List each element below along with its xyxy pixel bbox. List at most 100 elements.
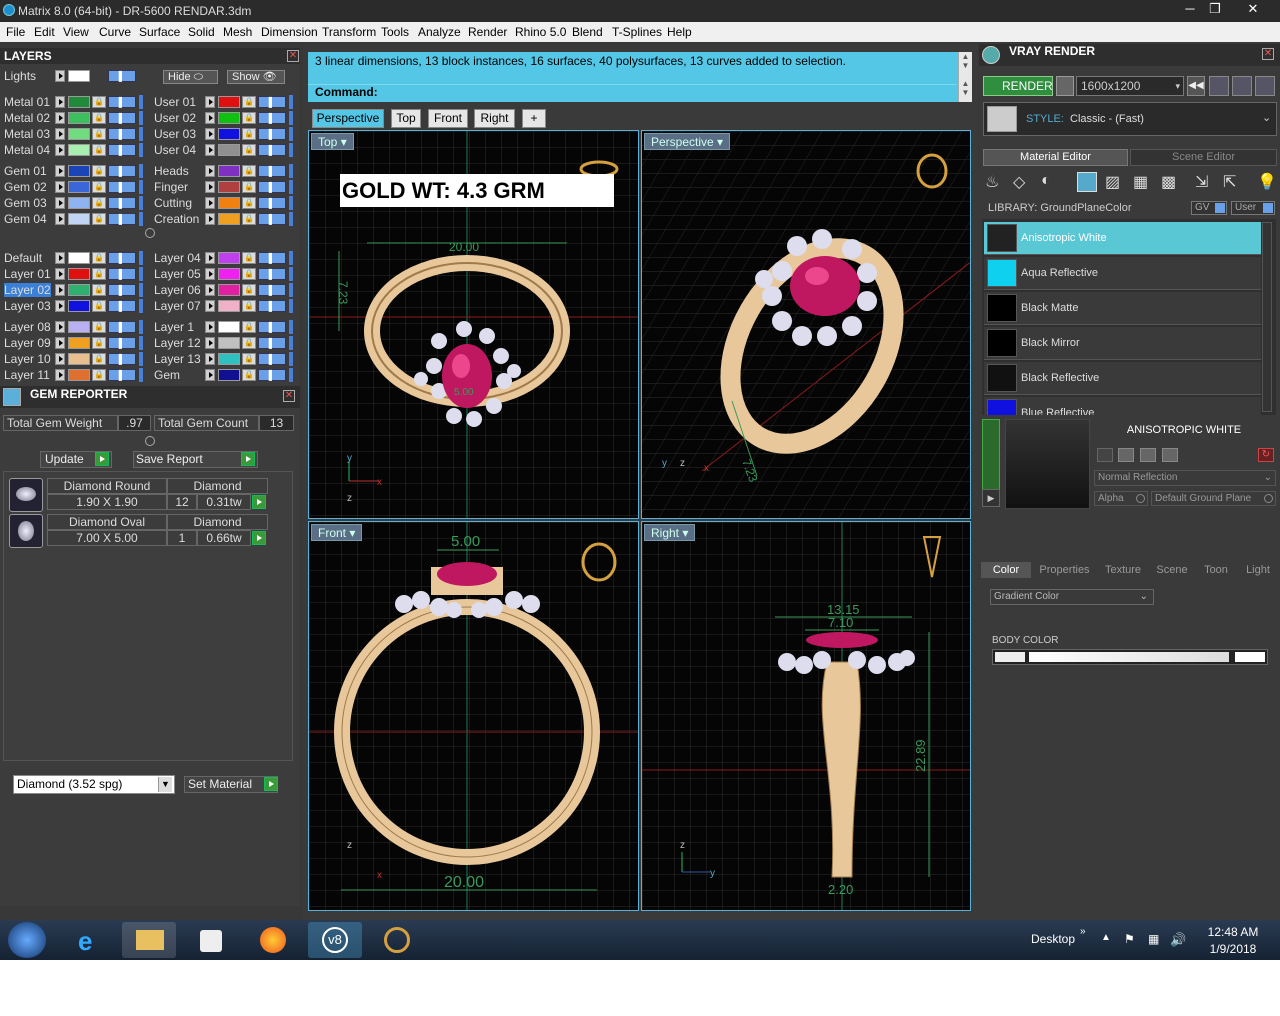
layer-row[interactable]: Cutting 🔒 ▌ <box>150 196 295 210</box>
expand-arrow-icon[interactable] <box>205 369 215 381</box>
visibility-toggle[interactable]: ▌ <box>258 369 286 381</box>
tab-front[interactable]: Front <box>428 109 468 128</box>
lock-icon[interactable]: 🔒 <box>242 144 256 156</box>
media-player-icon[interactable] <box>184 922 238 958</box>
settings-icon[interactable] <box>1255 76 1275 96</box>
close-icon[interactable]: ✕ <box>287 50 299 62</box>
lock-icon[interactable]: 🔒 <box>242 337 256 349</box>
lock-icon[interactable]: 🔒 <box>92 321 106 333</box>
layer-row[interactable]: Layer 10 🔒 ▌ <box>0 352 145 366</box>
set-material-go-icon[interactable] <box>264 777 278 791</box>
layer-color-swatch[interactable] <box>68 284 90 296</box>
layer-row[interactable]: Layer 12 🔒 ▌ <box>150 336 295 350</box>
layer-row[interactable]: Metal 03 🔒 ▌ <box>0 127 145 141</box>
file-explorer-icon[interactable] <box>122 922 176 958</box>
layer-name[interactable]: Layer 12 <box>154 336 201 350</box>
update-go-icon[interactable] <box>95 452 109 466</box>
layer-color-swatch[interactable] <box>218 321 240 333</box>
preview-expand-icon[interactable] <box>982 419 1000 491</box>
expand-arrow-icon[interactable] <box>55 165 65 177</box>
layer-row[interactable]: User 04 🔒 ▌ <box>150 143 295 157</box>
layer-color-swatch[interactable] <box>218 181 240 193</box>
expand-arrow-icon[interactable] <box>205 284 215 296</box>
firefox-icon[interactable] <box>246 922 300 958</box>
viewport-label[interactable]: Perspective ▾ <box>644 133 731 150</box>
visibility-toggle[interactable]: ▌ <box>258 128 286 140</box>
visibility-toggle[interactable]: ▌ <box>108 165 136 177</box>
expand-arrow-icon[interactable] <box>55 112 65 124</box>
lock-icon[interactable]: 🔒 <box>242 181 256 193</box>
visibility-toggle[interactable]: ▌ <box>258 213 286 225</box>
layer-row[interactable]: Gem 🔒 ▌ <box>150 368 295 382</box>
lock-icon[interactable]: 🔒 <box>92 284 106 296</box>
tab-color[interactable]: Color <box>981 562 1031 578</box>
layer-row[interactable]: Gem 01 🔒 ▌ <box>0 164 145 178</box>
close-icon[interactable]: ✕ <box>1262 48 1274 60</box>
layer-name[interactable]: Gem <box>154 368 180 382</box>
layer-color-swatch[interactable] <box>218 300 240 312</box>
body-color-gradient[interactable] <box>992 649 1268 665</box>
gem-go-icon[interactable] <box>252 495 266 509</box>
visibility-toggle[interactable]: ▌ <box>108 70 136 82</box>
menu-help[interactable]: Help <box>667 25 692 39</box>
visibility-toggle[interactable]: ▌ <box>108 252 136 264</box>
menu-transform[interactable]: Transform <box>322 25 376 39</box>
layer-color-swatch[interactable] <box>218 252 240 264</box>
layer-name[interactable]: Layer 09 <box>4 336 51 350</box>
menu-tsplines[interactable]: T-Splines <box>612 25 662 39</box>
lock-icon[interactable]: 🔒 <box>92 112 106 124</box>
light-bulb-icon[interactable]: 💡 <box>1257 172 1277 192</box>
layer-row[interactable]: Layer 11 🔒 ▌ <box>0 368 145 382</box>
tab-perspective[interactable]: Perspective <box>312 109 384 128</box>
expand-arrow-icon[interactable] <box>205 321 215 333</box>
export-icon[interactable]: ⇱ <box>1223 172 1236 192</box>
layer-color-swatch[interactable] <box>218 165 240 177</box>
expand-arrow-icon[interactable] <box>205 96 215 108</box>
layer-color-swatch[interactable] <box>68 165 90 177</box>
visibility-toggle[interactable]: ▌ <box>108 300 136 312</box>
material-select[interactable]: Diamond (3.52 spg) ▼ <box>13 775 175 794</box>
expand-arrow-icon[interactable] <box>55 300 65 312</box>
layer-color-swatch[interactable] <box>68 300 90 312</box>
lock-icon[interactable]: 🔒 <box>242 353 256 365</box>
visibility-toggle[interactable]: ▌ <box>108 321 136 333</box>
layer-color-swatch[interactable] <box>68 96 90 108</box>
layer-color-swatch[interactable] <box>218 337 240 349</box>
expand-arrow-icon[interactable] <box>205 112 215 124</box>
menu-surface[interactable]: Surface <box>139 25 180 39</box>
layer-color-swatch[interactable] <box>218 353 240 365</box>
layer-color-swatch[interactable] <box>218 213 240 225</box>
layer-row[interactable]: Gem 03 🔒 ▌ <box>0 196 145 210</box>
layer-name[interactable]: Heads <box>154 164 189 178</box>
layer-name[interactable]: User 01 <box>154 95 196 109</box>
menu-tools[interactable]: Tools <box>381 25 409 39</box>
lock-icon[interactable]: 🔒 <box>92 353 106 365</box>
lock-icon[interactable]: 🔒 <box>242 128 256 140</box>
grid-icon[interactable]: ▩ <box>1161 172 1176 192</box>
layer-color-swatch[interactable] <box>218 369 240 381</box>
visibility-toggle[interactable]: ▌ <box>108 353 136 365</box>
splitter-icon[interactable] <box>145 436 155 446</box>
layer-name[interactable]: Default <box>4 251 42 265</box>
lock-icon[interactable]: 🔒 <box>242 369 256 381</box>
visibility-toggle[interactable]: ▌ <box>108 369 136 381</box>
texture-icon[interactable]: ▦ <box>1133 172 1148 192</box>
viewport-label[interactable]: Top ▾ <box>311 133 354 150</box>
layer-name[interactable]: Layer 1 <box>154 320 194 334</box>
visibility-toggle[interactable]: ▌ <box>258 181 286 193</box>
visibility-toggle[interactable]: ▌ <box>258 337 286 349</box>
expand-arrow-icon[interactable] <box>55 353 65 365</box>
expand-arrow-icon[interactable] <box>55 128 65 140</box>
layer-name[interactable]: Layer 02 <box>4 283 51 297</box>
render-button[interactable]: RENDER <box>983 76 1053 96</box>
expand-arrow-icon[interactable] <box>205 197 215 209</box>
layer-row[interactable]: Layer 07 🔒 ▌ <box>150 299 295 313</box>
frame-buffer-icon[interactable] <box>1209 76 1229 96</box>
lock-icon[interactable]: 🔒 <box>92 252 106 264</box>
visibility-toggle[interactable]: ▌ <box>108 213 136 225</box>
lock-icon[interactable]: 🔒 <box>92 128 106 140</box>
visibility-toggle[interactable]: ▌ <box>258 321 286 333</box>
layer-name[interactable]: Metal 04 <box>4 143 50 157</box>
expand-arrow-icon[interactable] <box>205 353 215 365</box>
viewport-right[interactable]: 13.15 7.10 22.89 2.20 zy Right ▾ <box>641 521 971 911</box>
